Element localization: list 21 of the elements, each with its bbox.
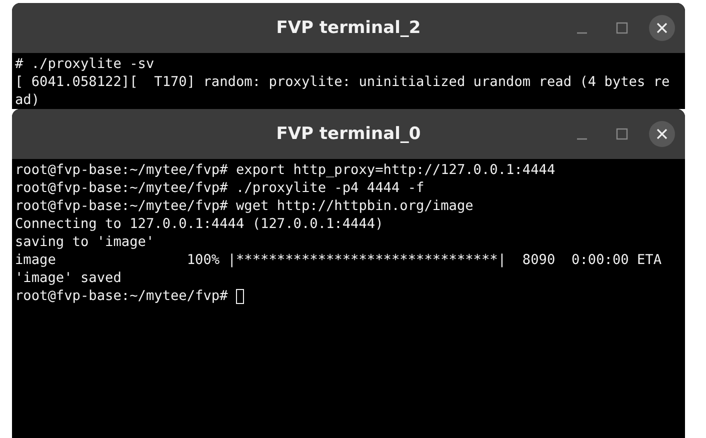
terminal-line: root@fvp-base:~/mytee/fvp# ./proxylite -p4 4444 -f bbox=[15, 179, 424, 197]
terminal-line: root@fvp-base:~/mytee/fvp# bbox=[15, 287, 229, 305]
close-button[interactable] bbox=[649, 15, 675, 41]
window-title: FVP terminal_0 bbox=[276, 124, 421, 144]
window-title: FVP terminal_2 bbox=[276, 18, 421, 38]
terminal-line: ad) bbox=[15, 91, 40, 109]
close-icon bbox=[656, 128, 668, 140]
terminal-line: Connecting to 127.0.0.1:4444 (127.0.0.1:4444) bbox=[15, 215, 384, 233]
terminal-line: image 100% |********************************| 8090 0:00:00 ETA bbox=[15, 251, 662, 269]
terminal-line: root@fvp-base:~/mytee/fvp# export http_proxy=http://127.0.0.1:4444 bbox=[15, 161, 556, 179]
close-button[interactable] bbox=[649, 121, 675, 147]
terminal-line: 'image' saved bbox=[15, 269, 122, 287]
maximize-icon bbox=[616, 128, 628, 140]
close-icon bbox=[656, 22, 668, 34]
terminal-line: # ./proxylite -sv bbox=[15, 55, 154, 73]
terminal-line: [ 6041.058122][ T170] random: proxylite: uninitialized urandom read (4 bytes re bbox=[15, 73, 670, 91]
terminal-line: root@fvp-base:~/mytee/fvp# wget http://httpbin.org/image bbox=[15, 197, 474, 215]
terminal-line: saving to 'image' bbox=[15, 233, 154, 251]
maximize-icon bbox=[616, 22, 628, 34]
minimize-icon bbox=[577, 32, 587, 34]
minimize-icon bbox=[577, 138, 587, 140]
